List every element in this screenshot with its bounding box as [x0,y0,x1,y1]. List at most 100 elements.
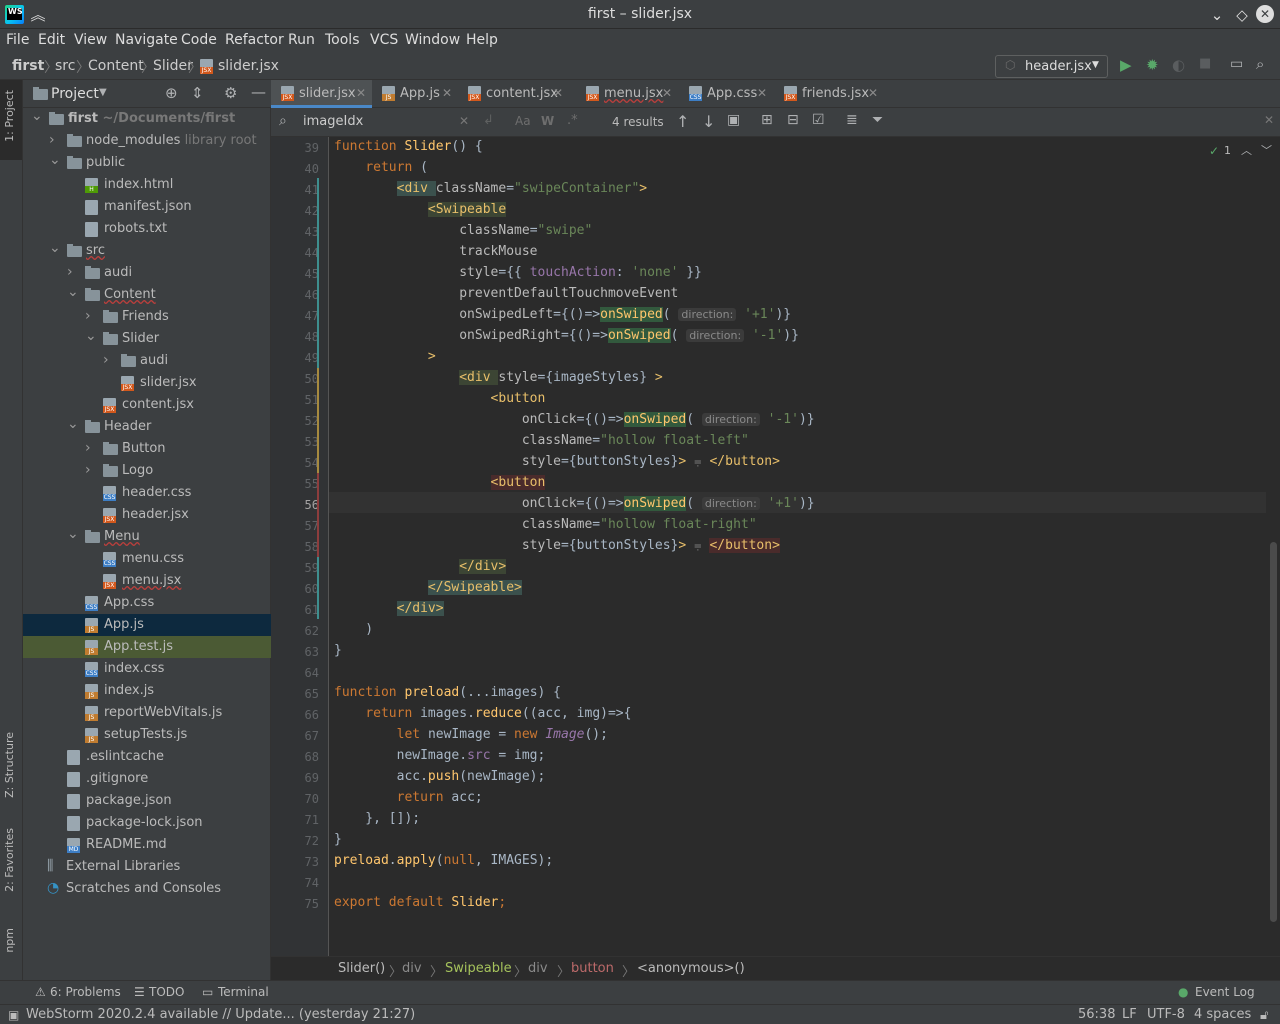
tab-menu-jsx[interactable]: JSX menu.jsx ✕ [576,80,678,108]
chevron-up-icon[interactable]: ︿ [1241,142,1252,158]
close-tab-icon[interactable]: ✕ [868,86,878,100]
code-line[interactable]: trackMouse [334,244,537,259]
tree-item[interactable]: package.json [23,790,271,812]
code-line[interactable]: preventDefaultTouchmoveEvent [334,286,678,301]
tree-item[interactable]: ⌄ Menu [23,526,271,548]
menu-run[interactable]: Run [288,32,315,48]
breadcrumb-file[interactable]: slider.jsx [218,58,279,74]
tree-item[interactable]: ⌄ Content [23,284,271,306]
tree-item[interactable]: Hindex.html [23,174,271,196]
close-tab-icon[interactable]: ✕ [553,86,563,100]
code-line[interactable]: style={{ touchAction: 'none' }} [334,265,702,280]
code-line[interactable]: </div> [334,601,444,616]
code-line[interactable]: className="hollow float-left" [334,433,749,448]
menu-view[interactable]: View [74,32,107,48]
tree-item[interactable]: JSX header.jsx [23,504,271,526]
code-line[interactable]: function preload(...images) { [334,685,561,700]
breadcrumb-item[interactable]: Slider() [338,961,385,976]
code-line[interactable]: <Swipeable [334,202,507,217]
chevron-right-icon[interactable]: › [85,462,91,478]
chevron-down-icon[interactable]: ⌄ [85,328,97,344]
code-line[interactable]: acc.push(newImage); [334,769,546,784]
minimize-icon[interactable]: ⌄ [1207,5,1227,25]
tree-item[interactable]: › Button [23,438,271,460]
chevron-right-icon[interactable]: › [85,308,91,324]
tree-item[interactable]: ⌄ src [23,240,271,262]
previous-occurrence-icon[interactable]: ↑ [676,112,689,131]
breadcrumb-project[interactable]: first [12,58,44,74]
tree-item[interactable]: JS reportWebVitals.js [23,702,271,724]
code-line[interactable]: } [334,832,342,847]
chevron-right-icon[interactable]: › [49,132,55,148]
event-log[interactable]: Event Log [1195,985,1255,999]
gear-icon[interactable]: ⚙ [224,84,237,102]
code-line[interactable]: onSwipedRight={()=>onSwiped( direction: … [334,328,799,343]
tree-item[interactable]: JSX slider.jsx [23,372,271,394]
chevron-down-icon[interactable]: ⌄ [67,416,79,432]
add-occurrence-icon[interactable]: ⊞ [761,112,773,128]
inspection-ok-icon[interactable]: ✓ [1209,144,1219,158]
tool-problems[interactable]: 6: Problems [50,985,121,999]
lock-icon[interactable]: 🔓︎ [1260,1008,1268,1023]
menu-edit[interactable]: Edit [38,32,65,48]
run-config-select[interactable]: ⬡ header.jsx ▼ [995,55,1108,78]
code-line[interactable]: <div className="swipeContainer"> [334,181,647,196]
chevron-right-icon[interactable]: › [85,440,91,456]
code-line[interactable]: <button [334,475,546,490]
indent-setting[interactable]: 4 spaces [1194,1007,1251,1022]
tree-item[interactable]: ⌄ first ~/Documents/first [23,108,271,130]
caret-position[interactable]: 56:38 [1078,1007,1115,1022]
file-encoding[interactable]: UTF-8 [1147,1007,1185,1022]
breadcrumb-slider[interactable]: Slider [153,58,193,74]
code-line[interactable]: style={buttonStyles}> ⩦ </button> [334,538,780,553]
tree-item[interactable]: CSS header.css [23,482,271,504]
menu-refactor[interactable]: Refactor [225,32,284,48]
project-panel-title[interactable]: Project [51,86,99,102]
tree-item[interactable]: › audi [23,350,271,372]
tree-item[interactable]: .eslintcache [23,746,271,768]
tree-item[interactable]: JS App.test.js [23,636,271,658]
code-line[interactable]: export default Slider; [334,895,506,910]
close-tab-icon[interactable]: ✕ [356,86,366,100]
breadcrumb-item[interactable]: div [402,961,422,976]
chevron-down-icon[interactable]: ⌄ [49,152,61,168]
project-structure-icon[interactable]: ▭ [1230,56,1243,72]
menu-vcs[interactable]: VCS [370,32,398,48]
tab-slider-jsx[interactable]: JSX slider.jsx ✕ [271,80,372,108]
regex-icon[interactable]: .* [567,113,578,128]
tab-content-jsx[interactable]: JSX content.jsx ✕ [458,80,569,108]
tree-item[interactable]: ⌄ public [23,152,271,174]
code-line[interactable]: preload.apply(null, IMAGES); [334,853,553,868]
breadcrumb-item[interactable]: Swipeable [445,961,512,976]
menu-window[interactable]: Window [405,32,460,48]
tree-item[interactable]: JS index.js [23,680,271,702]
editor-scrollbar-thumb[interactable] [1270,542,1277,922]
breadcrumb-item[interactable]: <anonymous>() [637,961,745,976]
code-line[interactable]: </div> [334,559,507,574]
tree-item[interactable]: › node_modules library root [23,130,271,152]
tab-project-tool[interactable]: 1: Project [3,90,16,142]
menu-help[interactable]: Help [466,32,498,48]
tree-item[interactable]: manifest.json [23,196,271,218]
code-line[interactable]: return acc; [334,790,483,805]
tree-item[interactable]: JS App.js [23,614,271,636]
code-line[interactable]: function Slider() { [334,139,483,154]
locate-icon[interactable]: ⊕ [165,84,178,102]
tree-item[interactable]: JS setupTests.js [23,724,271,746]
tree-item[interactable]: CSS index.css [23,658,271,680]
line-separator[interactable]: LF [1122,1007,1137,1022]
search-icon[interactable]: ⌕ [279,113,287,129]
tree-item[interactable]: ⌄ Slider [23,328,271,350]
code-line[interactable]: <div style={imageStyles} > [334,370,663,385]
breadcrumb-item[interactable]: div [528,961,548,976]
code-line[interactable]: <button [334,391,546,406]
tree-item[interactable]: ⌄ Header [23,416,271,438]
match-case-icon[interactable]: Aa [515,114,531,128]
run-icon[interactable]: ▶ [1120,56,1132,74]
hide-panel-icon[interactable]: — [251,83,266,101]
code-line[interactable]: onSwipedLeft={()=>onSwiped( direction: '… [334,307,791,322]
tab-npm-tool[interactable]: npm [3,928,16,953]
filter-icon[interactable]: ⏷ [872,112,883,128]
tree-item[interactable]: CSS menu.css [23,548,271,570]
chevron-down-icon[interactable]: ⌄ [67,284,79,300]
